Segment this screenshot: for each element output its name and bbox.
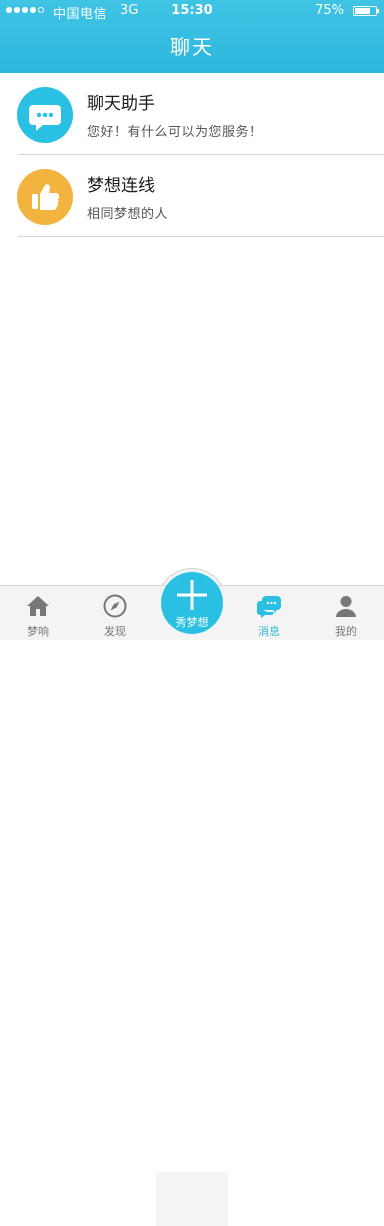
- chat-preview: 您好！有什么可以为您服务！: [87, 125, 263, 140]
- tab-discover[interactable]: 发现: [77, 586, 153, 641]
- tab-label: 消息: [258, 625, 280, 638]
- thumbs-up-icon: [17, 169, 73, 225]
- chat-preview: 相同梦想的人: [87, 207, 169, 222]
- tab-messages[interactable]: 消息: [231, 586, 307, 641]
- show-dream-label: 秀梦想: [175, 616, 209, 629]
- status-bar: 中国电信 3G 15:30 75%: [0, 0, 384, 22]
- tab-label: 发现: [104, 625, 126, 638]
- home-icon: [27, 596, 49, 616]
- show-dream-button[interactable]: 秀梦想: [161, 572, 223, 634]
- chat-name: 梦想连线: [87, 176, 155, 196]
- chat-bubbles-icon: [257, 596, 281, 618]
- battery-icon: [353, 6, 379, 16]
- compass-icon: [103, 594, 127, 618]
- speech-bubble-icon: [17, 87, 73, 143]
- tab-dream[interactable]: 梦响: [0, 586, 76, 641]
- user-icon: [336, 596, 356, 617]
- battery-percent: 75%: [315, 3, 344, 18]
- chat-item-assistant[interactable]: 聊天助手 您好！有什么可以为您服务！: [0, 73, 384, 155]
- header: 中国电信 3G 15:30 75% 聊天: [0, 0, 384, 73]
- tab-label: 我的: [335, 625, 357, 638]
- chat-name: 聊天助手: [87, 94, 155, 114]
- page-title: 聊天: [170, 35, 214, 59]
- divider: [18, 236, 384, 237]
- chat-item-dream-link[interactable]: 梦想连线 相同梦想的人: [0, 155, 384, 237]
- tab-label: 梦响: [27, 625, 49, 638]
- chat-list: 聊天助手 您好！有什么可以为您服务！ 梦想连线 相同梦想的人: [0, 73, 384, 237]
- tab-me[interactable]: 我的: [308, 586, 384, 641]
